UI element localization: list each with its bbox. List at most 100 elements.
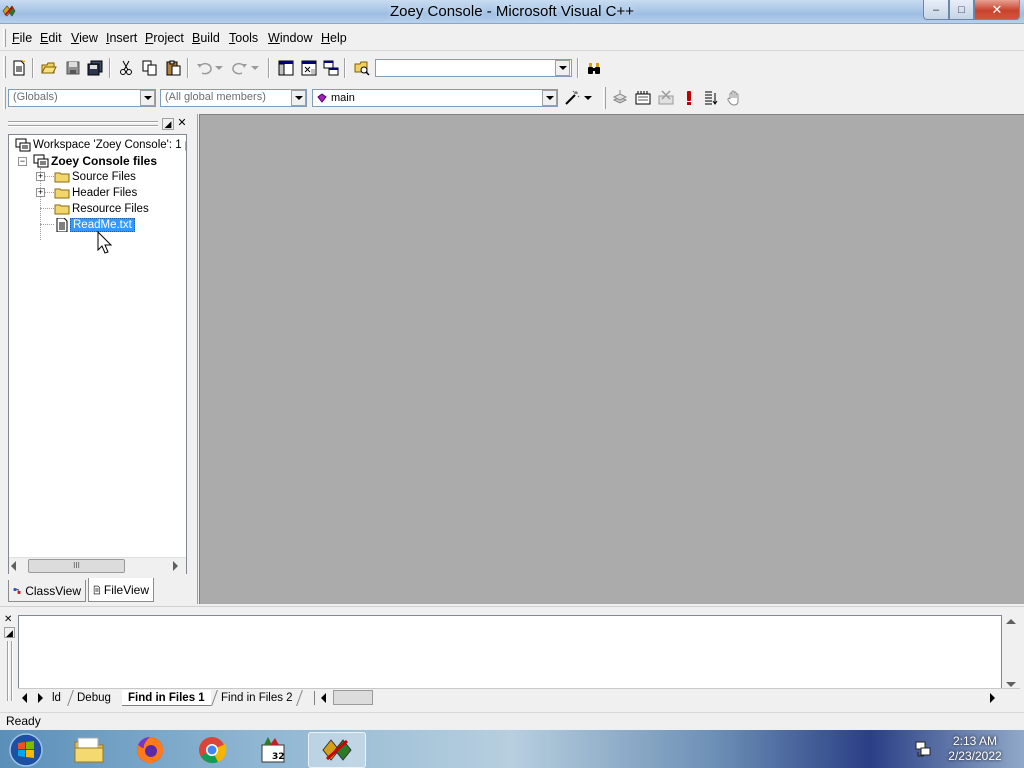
close-button[interactable]: ✕ [974, 0, 1020, 20]
taskbar-chrome[interactable] [183, 732, 241, 768]
tab-find-in-files-2[interactable]: Find in Files 2 [211, 690, 303, 706]
redo-button[interactable] [230, 58, 250, 78]
open-button[interactable] [39, 58, 59, 78]
tab-scroll-left-icon[interactable] [22, 693, 27, 703]
scroll-down-icon[interactable] [1006, 682, 1016, 687]
stop-build-button[interactable] [656, 88, 676, 108]
output-toggle-button[interactable] [299, 58, 319, 78]
chevron-down-icon [251, 66, 259, 70]
find-combo[interactable] [375, 59, 572, 77]
menu-view[interactable]: View [71, 31, 98, 45]
tab-debug[interactable]: Debug [67, 690, 120, 706]
tab-find-in-files-1[interactable]: Find in Files 1 [122, 690, 211, 706]
members-combo-dropdown[interactable] [291, 90, 306, 106]
redo-dropdown[interactable] [249, 58, 261, 78]
tab-classview[interactable]: ClassView [8, 580, 86, 602]
new-text-file-button[interactable] [9, 58, 29, 78]
taskbar-win32-app[interactable]: 32 [244, 732, 302, 768]
start-button[interactable] [6, 731, 46, 768]
scroll-right-icon[interactable] [173, 561, 178, 571]
function-combo[interactable]: main [312, 89, 558, 107]
output-close-button[interactable]: ✕ [4, 614, 15, 625]
output-grip-line[interactable] [11, 641, 13, 701]
save-button[interactable] [63, 58, 83, 78]
tree-folder-source-files[interactable]: Source Files [54, 169, 138, 185]
toolbar-grip[interactable] [3, 87, 6, 109]
go-button[interactable] [701, 88, 721, 108]
tree-folder-resource-files[interactable]: Resource Files [54, 201, 151, 217]
menu-help[interactable]: Help [321, 31, 347, 45]
tree-folder-header-files[interactable]: Header Files [54, 185, 139, 201]
class-combo-dropdown[interactable] [140, 90, 155, 106]
menu-window[interactable]: Window [268, 31, 312, 45]
menu-file[interactable]: File [12, 31, 32, 45]
menu-project[interactable]: Project [145, 31, 184, 45]
window-list-button[interactable] [321, 58, 341, 78]
find-combo-dropdown[interactable] [555, 60, 570, 76]
tab-build[interactable]: ld [46, 690, 67, 706]
tree-project-node[interactable]: Zoey Console files [33, 153, 159, 169]
members-combo[interactable]: (All global members) [160, 89, 307, 107]
cut-button[interactable] [116, 58, 136, 78]
folder-icon [54, 204, 70, 215]
function-combo-dropdown[interactable] [542, 90, 557, 106]
scroll-thumb[interactable]: III [28, 559, 125, 573]
minimize-button[interactable]: – [923, 0, 949, 20]
toolbar-grip[interactable] [603, 87, 606, 109]
menu-build[interactable]: Build [192, 31, 220, 45]
restore-button[interactable]: □ [949, 0, 974, 20]
output-grip-line[interactable] [7, 641, 9, 701]
network-icon[interactable] [914, 740, 932, 761]
hscroll-right-icon[interactable] [990, 693, 995, 703]
scroll-up-icon[interactable] [1006, 619, 1016, 624]
wizard-action-dropdown[interactable] [582, 88, 594, 108]
function-member-icon [317, 93, 327, 103]
editor-area[interactable] [199, 114, 1024, 604]
menubar-grip[interactable] [3, 29, 6, 47]
workspace-hscrollbar[interactable]: III [9, 557, 186, 574]
close-pane-button[interactable]: ✕ [176, 117, 188, 129]
paste-button[interactable] [163, 58, 183, 78]
save-all-button[interactable] [85, 58, 105, 78]
workspace-toggle-button[interactable] [276, 58, 296, 78]
insert-breakpoint-button[interactable] [724, 88, 744, 108]
menu-edit[interactable]: Edit [40, 31, 62, 45]
taskbar-firefox[interactable] [121, 732, 179, 768]
compile-button[interactable] [610, 88, 630, 108]
maximize-pane-button[interactable]: ◢ [162, 118, 174, 130]
taskbar-clock[interactable]: 2:13 AM 2/23/2022 [938, 734, 1012, 764]
undo-button[interactable] [194, 58, 214, 78]
tab-build-label: ld [52, 692, 61, 704]
tree-expander-header[interactable]: + [36, 188, 45, 197]
title-bar[interactable]: Zoey Console - Microsoft Visual C++ – □ … [0, 0, 1024, 24]
output-text-area[interactable] [18, 615, 1002, 693]
file-tree[interactable]: Workspace 'Zoey Console': 1 p − Zoey Con… [8, 134, 187, 574]
output-maximize-button[interactable]: ◢ [4, 627, 15, 638]
find-button[interactable] [584, 58, 604, 78]
tab-fileview[interactable]: FileView [88, 578, 154, 602]
menu-insert[interactable]: Insert [106, 31, 137, 45]
build-button[interactable] [633, 88, 653, 108]
taskbar-explorer[interactable] [60, 732, 118, 768]
chevron-down-icon [294, 96, 303, 100]
tree-expander-project[interactable]: − [18, 157, 27, 166]
undo-dropdown[interactable] [213, 58, 225, 78]
menu-tools[interactable]: Tools [229, 31, 258, 45]
toolbar-grip[interactable] [3, 56, 6, 78]
output-vscrollbar[interactable] [1002, 615, 1019, 695]
resize-icon: ◢ [164, 119, 172, 129]
execute-button[interactable] [679, 88, 699, 108]
tree-file-readme[interactable]: ReadMe.txt [54, 217, 135, 233]
tab-scroll-right-icon[interactable] [38, 693, 43, 703]
scroll-left-icon[interactable] [11, 561, 16, 571]
copy-button[interactable] [140, 58, 160, 78]
workspace-header[interactable]: ◢ ✕ [8, 117, 188, 130]
tree-expander-source[interactable]: + [36, 172, 45, 181]
wizard-action-button[interactable] [562, 88, 582, 108]
find-in-files-button[interactable] [352, 58, 372, 78]
tree-workspace-root[interactable]: Workspace 'Zoey Console': 1 p [15, 137, 186, 153]
output-hscroll-thumb[interactable] [333, 690, 373, 705]
taskbar-visual-cpp[interactable] [308, 732, 366, 768]
hscroll-left-icon[interactable] [321, 693, 326, 703]
class-combo[interactable]: (Globals) [8, 89, 156, 107]
